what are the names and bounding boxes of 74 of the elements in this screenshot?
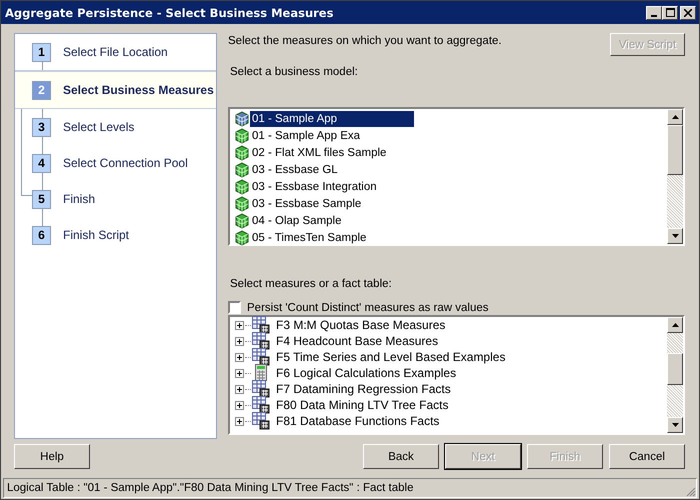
table-icon xyxy=(252,380,270,398)
step-label: Select Levels xyxy=(63,120,134,134)
business-model-item[interactable]: 03 - Essbase Integration xyxy=(250,178,379,194)
fact-table-item[interactable]: F3 M:M Quotas Base Measures xyxy=(276,318,446,332)
cube-icon xyxy=(234,196,250,212)
scroll-thumb[interactable] xyxy=(667,353,683,385)
cube-icon xyxy=(234,128,250,144)
expand-icon[interactable] xyxy=(235,416,244,426)
business-model-item[interactable]: 03 - Essbase Sample xyxy=(250,196,364,212)
wizard-button[interactable]: Back xyxy=(363,444,439,469)
table-icon xyxy=(252,332,270,350)
checkbox-label: Persist 'Count Distinct' measures as raw values xyxy=(247,302,489,314)
fact-table-item[interactable]: F4 Headcount Base Measures xyxy=(276,334,438,348)
window-title: Aggregate Persistence - Select Business Measures xyxy=(5,6,334,20)
step-number: 2 xyxy=(32,80,51,100)
fact-table-item[interactable]: F5 Time Series and Level Based Examples xyxy=(276,350,506,364)
cube-icon xyxy=(234,230,250,246)
step-label: Finish Script xyxy=(63,228,130,242)
expand-icon[interactable] xyxy=(235,352,244,362)
step-label: Select File Location xyxy=(63,45,168,59)
business-model-item[interactable]: 04 - Olap Sample xyxy=(250,212,344,228)
step-number: 4 xyxy=(32,154,51,172)
table-icon xyxy=(252,412,270,430)
expand-icon[interactable] xyxy=(235,400,244,410)
wizard-step[interactable]: 2 Select Business Measures xyxy=(15,71,216,109)
expand-icon[interactable] xyxy=(235,368,244,378)
status-text: Logical Table : "01 - Sample App"."F80 Data Mining LTV Tree Facts" : Fact table xyxy=(7,482,414,494)
maximize-icon xyxy=(666,8,674,17)
fact-table-item[interactable]: F6 Logical Calculations Examples xyxy=(276,366,456,380)
close-button[interactable] xyxy=(680,6,696,20)
scroll-thumb[interactable] xyxy=(667,125,683,175)
wizard-step[interactable]: 6 Finish Script xyxy=(15,217,216,253)
cube-icon xyxy=(234,212,250,228)
business-model-label: Select a business model: xyxy=(230,66,359,78)
expand-icon[interactable] xyxy=(235,336,244,346)
table-icon xyxy=(252,348,270,366)
measures-label: Select measures or a fact table: xyxy=(230,278,393,290)
step-label: Finish xyxy=(63,192,96,206)
cube-icon xyxy=(234,178,250,194)
step-label: Select Business Measures xyxy=(63,83,214,97)
wizard-step[interactable]: 5 Finish xyxy=(15,181,216,217)
fact-table-item[interactable]: F80 Data Mining LTV Tree Facts xyxy=(276,398,449,412)
wizard-step[interactable]: 4 Select Connection Pool xyxy=(15,145,216,181)
instruction-text: Select the measures on which you want to aggregate. xyxy=(228,35,502,47)
checkbox[interactable] xyxy=(228,301,241,314)
step-number: 6 xyxy=(32,226,51,244)
fact-table-item[interactable]: F7 Datamining Regression Facts xyxy=(276,382,451,396)
business-model-item[interactable]: 03 - Essbase GL xyxy=(250,162,340,178)
cube-icon xyxy=(234,110,250,126)
step-number: 5 xyxy=(32,190,51,208)
minimize-button[interactable] xyxy=(646,6,662,20)
help-button[interactable]: Help xyxy=(14,444,90,469)
close-icon xyxy=(684,8,692,16)
wizard-button[interactable]: Cancel xyxy=(609,444,685,469)
calculator-icon xyxy=(252,364,270,382)
business-model-item[interactable]: 02 - Flat XML files Sample xyxy=(250,144,388,160)
step-number: 3 xyxy=(32,118,51,136)
wizard-step[interactable]: 3 Select Levels xyxy=(15,109,216,145)
scrollbar[interactable] xyxy=(667,317,683,433)
business-model-item[interactable]: 01 - Sample App xyxy=(250,110,414,126)
expand-icon[interactable] xyxy=(235,320,244,330)
step-label: Select Connection Pool xyxy=(63,156,188,170)
resize-grip-icon[interactable] xyxy=(685,486,696,497)
scrollbar[interactable] xyxy=(667,109,683,244)
business-model-item[interactable]: 05 - TimesTen Sample xyxy=(250,230,368,246)
business-model-item[interactable]: 01 - Sample App Exa xyxy=(250,128,362,144)
step-number: 1 xyxy=(32,42,51,62)
maximize-button[interactable] xyxy=(662,6,678,20)
table-icon xyxy=(252,396,270,414)
expand-icon[interactable] xyxy=(235,384,244,394)
fact-table-item[interactable]: F81 Database Functions Facts xyxy=(276,414,440,428)
cube-icon xyxy=(234,144,250,160)
cube-icon xyxy=(234,162,250,178)
minimize-icon xyxy=(651,14,657,16)
